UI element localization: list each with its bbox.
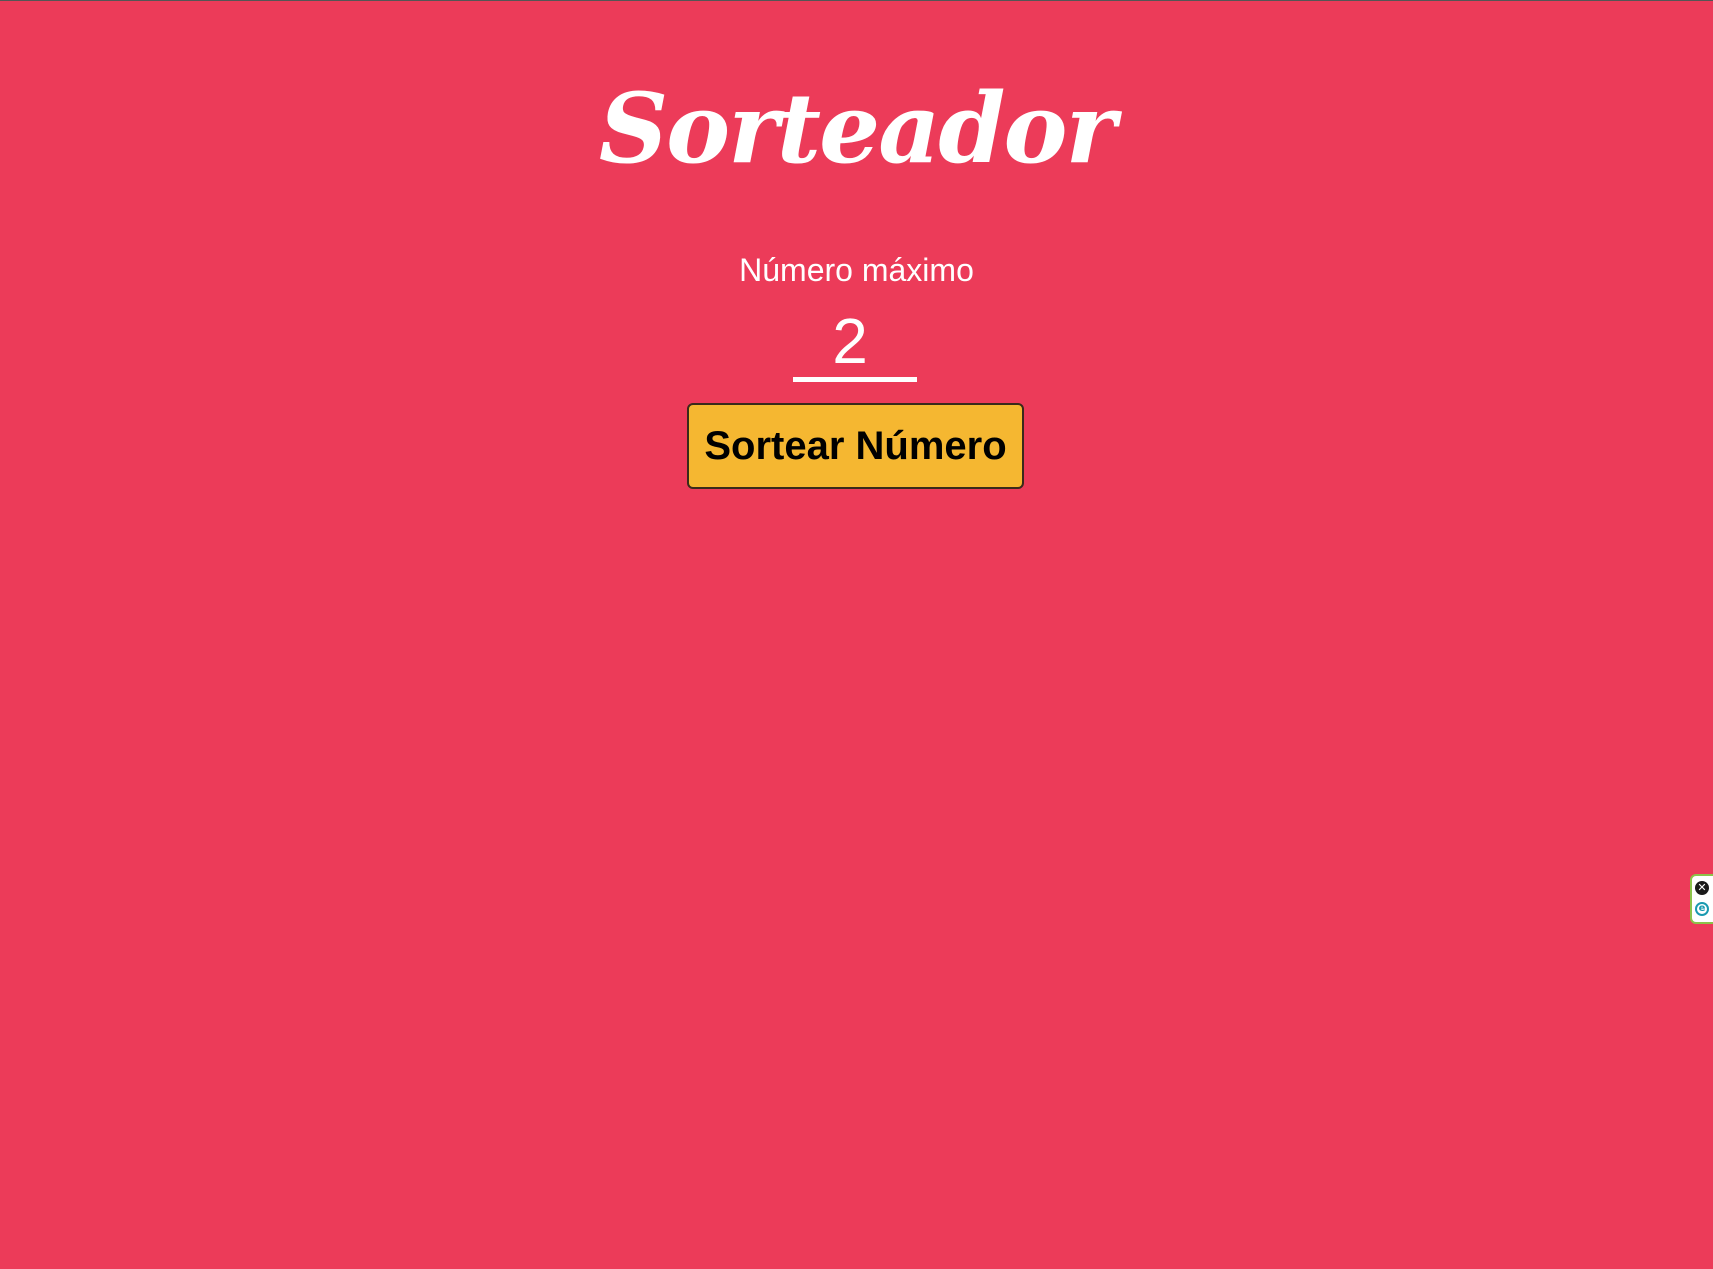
draw-number-button[interactable]: Sortear Número bbox=[687, 403, 1024, 489]
close-icon[interactable]: ✕ bbox=[1695, 881, 1709, 895]
edge-extension-icon[interactable]: e bbox=[1695, 902, 1709, 916]
side-extension-widget[interactable]: ✕ e bbox=[1690, 874, 1713, 924]
max-number-label: Número máximo bbox=[739, 252, 974, 288]
max-number-input[interactable] bbox=[793, 304, 917, 382]
page-title: Sorteador bbox=[598, 72, 1116, 185]
